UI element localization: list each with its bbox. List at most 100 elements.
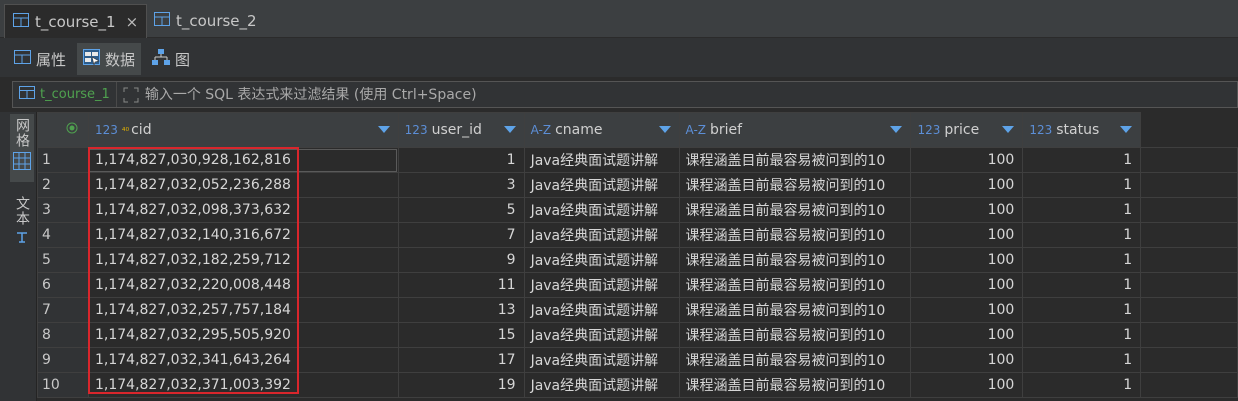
cell-price[interactable]: 100 <box>910 247 1024 273</box>
cell-cid[interactable]: 1,174,827,030,928,162,816 <box>87 147 399 173</box>
cell-user-id[interactable]: 9 <box>397 247 525 273</box>
cell-price[interactable]: 100 <box>910 147 1024 173</box>
close-icon[interactable]: × <box>126 13 139 31</box>
cell-brief[interactable]: 课程涵盖目前最容易被问到的10 <box>678 172 912 198</box>
column-header-user-id[interactable]: 123 user_id <box>397 112 525 148</box>
cell-cname[interactable]: Java经典面试题讲解 <box>523 372 680 398</box>
cell-cname[interactable]: Java经典面试题讲解 <box>523 347 680 373</box>
cell-status[interactable]: 1 <box>1022 197 1142 223</box>
cell-brief[interactable]: 课程涵盖目前最容易被问到的10 <box>678 247 912 273</box>
cell-price[interactable]: 100 <box>910 347 1024 373</box>
row-number[interactable]: 2 <box>37 172 89 198</box>
cell-status[interactable]: 1 <box>1022 297 1142 323</box>
filter-table-selector[interactable]: t_course_1 <box>13 82 117 107</box>
cell-brief[interactable]: 课程涵盖目前最容易被问到的10 <box>678 372 912 398</box>
cell-cname[interactable]: Java经典面试题讲解 <box>523 172 680 198</box>
cell-cname[interactable]: Java经典面试题讲解 <box>523 322 680 348</box>
text-view-button[interactable]: 文本 <box>10 192 34 252</box>
tab-diagram[interactable]: 图 <box>146 43 196 75</box>
cell-price[interactable]: 100 <box>910 197 1024 223</box>
row-number[interactable]: 10 <box>37 372 89 398</box>
row-number[interactable]: 9 <box>37 347 89 373</box>
table-row[interactable]: 1 1,174,827,030,928,162,816 1 Java经典面试题讲解 课程… <box>37 147 1238 173</box>
cell-status[interactable]: 1 <box>1022 372 1142 398</box>
cell-cid[interactable]: 1,174,827,032,052,236,288 <box>87 172 399 198</box>
cell-brief[interactable]: 课程涵盖目前最容易被问到的10 <box>678 347 912 373</box>
cell-price[interactable]: 100 <box>910 222 1024 248</box>
column-header-price[interactable]: 123 price <box>910 112 1024 148</box>
cell-price[interactable]: 100 <box>910 172 1024 198</box>
cell-user-id[interactable]: 5 <box>397 197 525 223</box>
cell-user-id[interactable]: 19 <box>397 372 525 398</box>
row-number[interactable]: 7 <box>37 297 89 323</box>
cell-status[interactable]: 1 <box>1022 147 1142 173</box>
table-row[interactable]: 8 1,174,827,032,295,505,920 15 Java经典面试题讲解课… <box>37 322 1238 348</box>
cell-user-id[interactable]: 11 <box>397 272 525 298</box>
cell-user-id[interactable]: 1 <box>397 147 525 173</box>
cell-status[interactable]: 1 <box>1022 322 1142 348</box>
select-all-corner[interactable] <box>37 112 89 148</box>
column-header-brief[interactable]: A-Z brief <box>678 112 912 148</box>
column-header-cid[interactable]: 123 ⁴⁰ cid <box>87 112 399 148</box>
cell-cid[interactable]: 1,174,827,032,295,505,920 <box>87 322 399 348</box>
tab-t-course-1[interactable]: t_course_1 × <box>4 4 148 38</box>
cell-brief[interactable]: 课程涵盖目前最容易被问到的10 <box>678 197 912 223</box>
cell-brief[interactable]: 课程涵盖目前最容易被问到的10 <box>678 297 912 323</box>
cell-cid[interactable]: 1,174,827,032,220,008,448 <box>87 272 399 298</box>
cell-user-id[interactable]: 15 <box>397 322 525 348</box>
table-row[interactable]: 2 1,174,827,032,052,236,288 3 Java经典面试题讲解 课程… <box>37 172 1238 198</box>
cell-cname[interactable]: Java经典面试题讲解 <box>523 222 680 248</box>
cell-brief[interactable]: 课程涵盖目前最容易被问到的10 <box>678 322 912 348</box>
cell-cid[interactable]: 1,174,827,032,098,373,632 <box>87 197 399 223</box>
table-row[interactable]: 5 1,174,827,032,182,259,712 9 Java经典面试题讲解 课程… <box>37 247 1238 273</box>
sort-arrow-icon[interactable] <box>658 126 671 133</box>
filter-input[interactable] <box>144 82 1237 107</box>
cell-status[interactable]: 1 <box>1022 347 1142 373</box>
cell-cid[interactable]: 1,174,827,032,341,643,264 <box>87 347 399 373</box>
cell-cname[interactable]: Java经典面试题讲解 <box>523 147 680 173</box>
tab-t-course-2[interactable]: t_course_2 <box>146 4 265 38</box>
row-number[interactable]: 8 <box>37 322 89 348</box>
cell-cname[interactable]: Java经典面试题讲解 <box>523 297 680 323</box>
row-number[interactable]: 3 <box>37 197 89 223</box>
cell-price[interactable]: 100 <box>910 322 1024 348</box>
table-row[interactable]: 10 1,174,827,032,371,003,392 19 Java经典面试题讲解… <box>37 372 1238 398</box>
row-number[interactable]: 4 <box>37 222 89 248</box>
table-row[interactable]: 7 1,174,827,032,257,757,184 13 Java经典面试题讲解课… <box>37 297 1238 323</box>
table-row[interactable]: 3 1,174,827,032,098,373,632 5 Java经典面试题讲解 课程… <box>37 197 1238 223</box>
row-number[interactable]: 6 <box>37 272 89 298</box>
cell-status[interactable]: 1 <box>1022 247 1142 273</box>
row-number[interactable]: 1 <box>37 147 89 173</box>
cell-cname[interactable]: Java经典面试题讲解 <box>523 197 680 223</box>
cell-brief[interactable]: 课程涵盖目前最容易被问到的10 <box>678 147 912 173</box>
cell-price[interactable]: 100 <box>910 372 1024 398</box>
cell-status[interactable]: 1 <box>1022 272 1142 298</box>
cell-cid[interactable]: 1,174,827,032,182,259,712 <box>87 247 399 273</box>
table-row[interactable]: 9 1,174,827,032,341,643,264 17 Java经典面试题讲解课… <box>37 347 1238 373</box>
column-header-cname[interactable]: A-Z cname <box>523 112 680 148</box>
cell-status[interactable]: 1 <box>1022 172 1142 198</box>
cell-brief[interactable]: 课程涵盖目前最容易被问到的10 <box>678 272 912 298</box>
table-row[interactable]: 6 1,174,827,032,220,008,448 11 Java经典面试题讲解课… <box>37 272 1238 298</box>
cell-user-id[interactable]: 3 <box>397 172 525 198</box>
column-header-status[interactable]: 123 status <box>1022 112 1142 148</box>
cell-cname[interactable]: Java经典面试题讲解 <box>523 247 680 273</box>
cell-cname[interactable]: Java经典面试题讲解 <box>523 272 680 298</box>
sort-arrow-icon[interactable] <box>890 126 903 133</box>
expand-icon[interactable] <box>117 82 145 107</box>
cell-price[interactable]: 100 <box>910 272 1024 298</box>
cell-status[interactable]: 1 <box>1022 222 1142 248</box>
cell-user-id[interactable]: 7 <box>397 222 525 248</box>
tab-properties[interactable]: 属性 <box>8 43 72 75</box>
sort-arrow-icon[interactable] <box>503 126 516 133</box>
sort-arrow-icon[interactable] <box>377 126 390 133</box>
cell-brief[interactable]: 课程涵盖目前最容易被问到的10 <box>678 222 912 248</box>
row-number[interactable]: 5 <box>37 247 89 273</box>
cell-user-id[interactable]: 13 <box>397 297 525 323</box>
grid-view-button[interactable]: 网格 <box>10 114 34 182</box>
table-row[interactable]: 4 1,174,827,032,140,316,672 7 Java经典面试题讲解 课程… <box>37 222 1238 248</box>
sort-arrow-icon[interactable] <box>1002 126 1015 133</box>
cell-cid[interactable]: 1,174,827,032,257,757,184 <box>87 297 399 323</box>
tab-data[interactable]: 数据 <box>77 43 142 75</box>
cell-price[interactable]: 100 <box>910 297 1024 323</box>
